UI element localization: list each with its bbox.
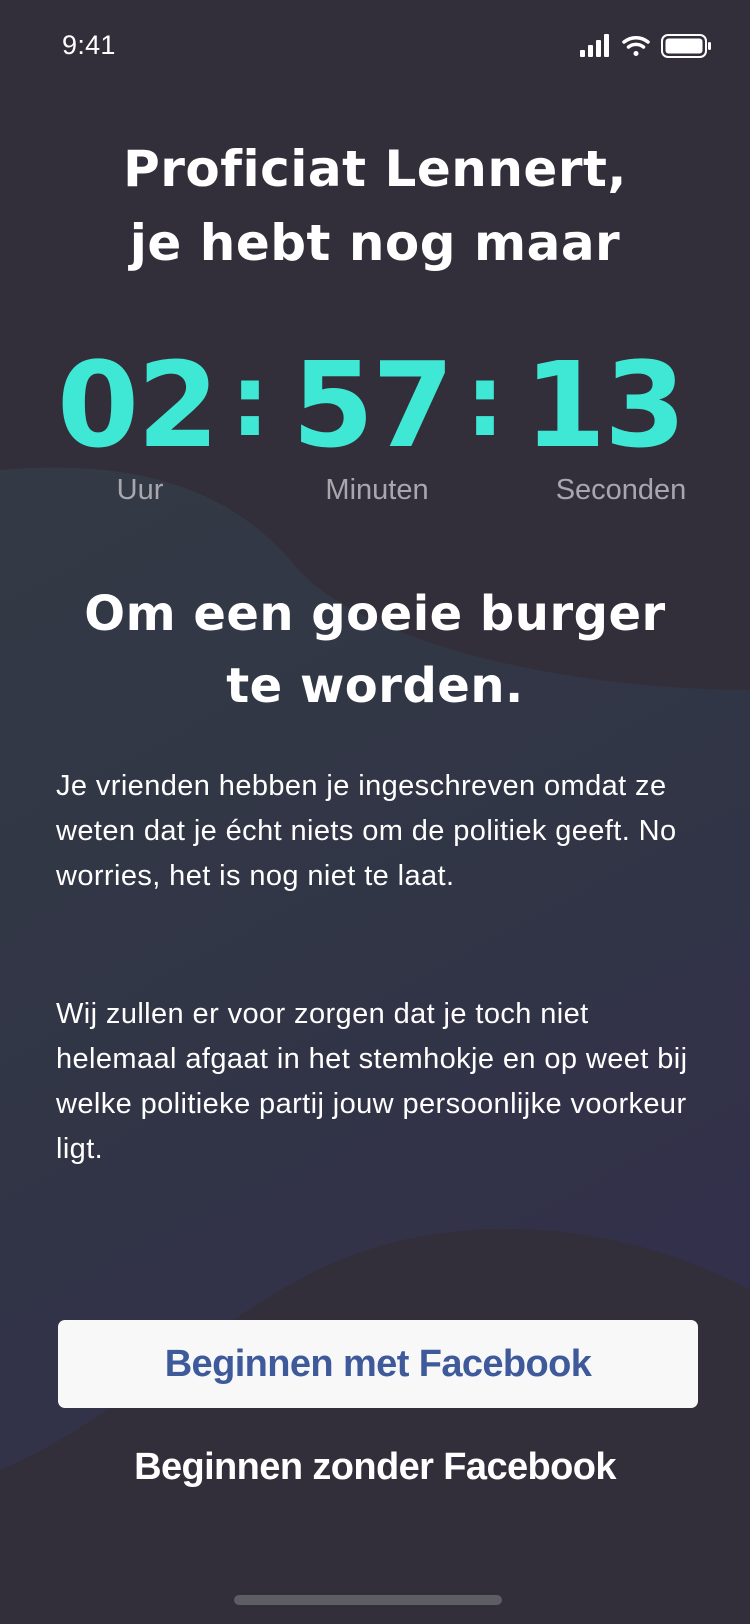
countdown-hours-label: Uur (116, 474, 164, 506)
countdown-minutes: 57 (292, 336, 454, 474)
status-bar-icons (580, 34, 711, 58)
subheading: Om een goeie burger te worden. (0, 578, 750, 722)
greeting-line-1: Proficiat Lennert, (123, 140, 627, 198)
countdown-minutes-label: Minuten (325, 474, 429, 506)
battery-icon (661, 34, 711, 58)
countdown-seconds-label: Seconden (555, 474, 687, 506)
home-indicator[interactable] (234, 1595, 502, 1605)
greeting-line-2: je hebt nog maar (129, 214, 621, 272)
cellular-signal-icon (580, 34, 609, 57)
app-screen: 9:41 Proficiat Lennert, je hebt nog maar… (0, 0, 750, 1624)
greeting-heading: Proficiat Lennert, je hebt nog maar (0, 132, 750, 280)
subheading-line-1: Om een goeie burger (84, 586, 666, 642)
countdown-seconds: 13 (524, 336, 686, 474)
wifi-icon (622, 35, 650, 56)
explanation-paragraph: Wij zullen er voor zorgen dat je toch ni… (56, 998, 688, 1165)
countdown-separator-2: : (465, 342, 505, 459)
start-without-facebook-link[interactable]: Beginnen zonder Facebook (0, 1446, 750, 1489)
intro-paragraph: Je vrienden hebben je ingeschreven omdat… (56, 770, 677, 892)
start-with-facebook-button[interactable]: Beginnen met Facebook (58, 1320, 698, 1408)
countdown-timer: 02 : 57 : 13 (0, 340, 750, 470)
subheading-line-2: te worden. (226, 658, 524, 714)
status-bar-time: 9:41 (62, 30, 116, 60)
countdown-hours: 02 (57, 336, 219, 474)
countdown-separator-1: : (230, 342, 270, 459)
